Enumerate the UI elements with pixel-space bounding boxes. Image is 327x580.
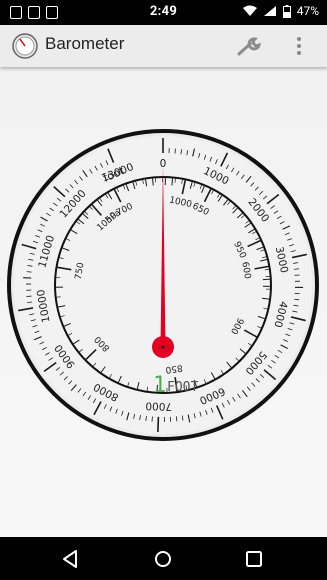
wifi-icon bbox=[242, 5, 257, 16]
app-title: Barometer bbox=[45, 34, 125, 53]
outer-minor-tick bbox=[294, 298, 300, 301]
barometer-gauge: 0100020003000400050006000700080009000100… bbox=[7, 129, 319, 441]
home-icon[interactable] bbox=[150, 546, 176, 572]
status-indicators: 47% bbox=[242, 4, 319, 18]
altitude-digit: 1 bbox=[153, 373, 166, 398]
outer-minor-tick bbox=[175, 416, 178, 422]
status-bar: 2:49 47% bbox=[0, 0, 327, 25]
wrench-icon[interactable] bbox=[236, 35, 264, 57]
navigation-bar bbox=[0, 537, 327, 580]
overflow-menu-icon[interactable] bbox=[294, 35, 304, 57]
needle-pivot bbox=[161, 345, 165, 349]
battery-icon bbox=[282, 4, 291, 18]
battery-percent: 47% bbox=[296, 4, 319, 18]
recents-icon[interactable] bbox=[241, 546, 267, 572]
app-bar: Barometer bbox=[0, 25, 327, 67]
outer-scale-label: 7000 bbox=[145, 399, 172, 412]
barometer-app-icon bbox=[12, 33, 38, 59]
inner-mid-tick bbox=[171, 177, 174, 186]
back-icon[interactable] bbox=[58, 546, 84, 572]
main-content: 0 1000 2000 3000 4000 5000 6000 7000 8000 9000 100… bbox=[0, 67, 327, 537]
altitude-unit: FOOT bbox=[167, 380, 198, 395]
outer-major-tick bbox=[157, 416, 160, 432]
signal-icon bbox=[263, 6, 276, 16]
